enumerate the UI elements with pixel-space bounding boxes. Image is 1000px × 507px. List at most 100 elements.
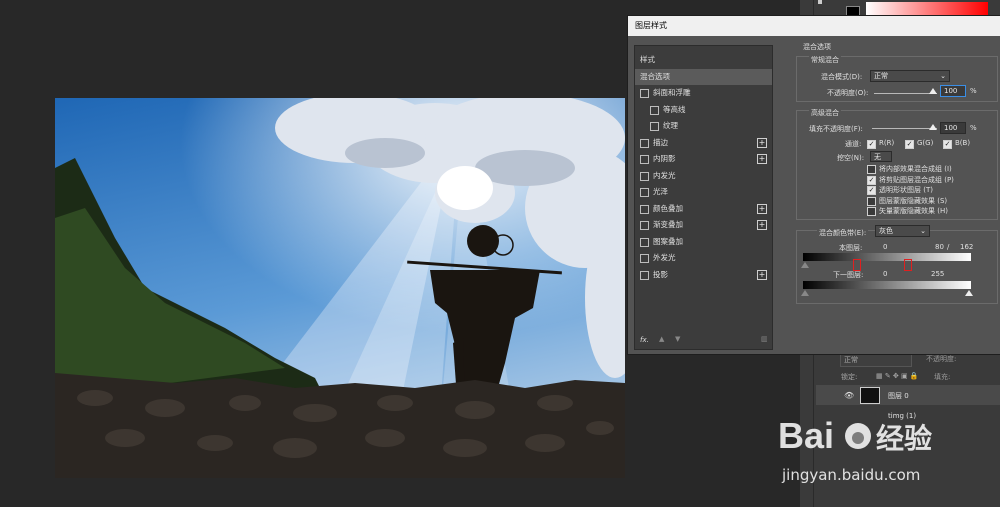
- add-style-icon[interactable]: +: [757, 137, 767, 148]
- watermark-brand-cn: 经验: [876, 422, 932, 455]
- style-checkbox[interactable]: [640, 254, 649, 263]
- style-list-item[interactable]: 投影 +: [635, 267, 772, 283]
- this-layer-black-thumb[interactable]: [801, 262, 809, 268]
- add-style-icon[interactable]: +: [757, 269, 767, 280]
- advanced-option-checkbox[interactable]: [867, 207, 876, 216]
- baidu-watermark: Bai 经验 jingyan.baidu.com: [778, 412, 978, 491]
- blend-if-select[interactable]: 灰色 ⌄: [875, 225, 930, 237]
- underlying-black-thumb[interactable]: [801, 290, 809, 296]
- advanced-blending-group: 高级混合 填充不透明度(F): 100 % 通道: ✓ R(R) ✓ G(G) …: [796, 108, 998, 220]
- fill-opacity-slider[interactable]: [872, 128, 937, 129]
- fill-opacity-input[interactable]: 100: [940, 122, 966, 134]
- style-checkbox[interactable]: [640, 237, 649, 247]
- style-checkbox[interactable]: [650, 105, 659, 115]
- channel-r-checkbox[interactable]: ✓: [867, 140, 876, 149]
- add-style-icon[interactable]: +: [757, 203, 767, 214]
- chevron-down-icon: ⌄: [940, 72, 946, 80]
- style-checkbox[interactable]: [640, 221, 649, 230]
- move-down-icon[interactable]: ▼: [675, 335, 680, 343]
- fill-opacity-slider-thumb[interactable]: [929, 124, 937, 130]
- this-layer-gradient: [803, 253, 971, 261]
- style-list-item[interactable]: 内发光: [635, 168, 772, 184]
- fx-icon[interactable]: fx.: [640, 336, 649, 344]
- style-list-item[interactable]: 斜面和浮雕: [635, 85, 772, 101]
- advanced-option-label: 将内部效果混合成组 (I): [879, 165, 952, 173]
- advanced-option-checkbox[interactable]: [867, 196, 876, 206]
- blend-options-heading: 混合选项: [803, 43, 831, 51]
- general-blending-group: 常规混合 混合模式(D): 正常 ⌄ 不透明度(O): 100 %: [796, 55, 998, 102]
- style-list-label: 斜面和浮雕: [653, 88, 691, 97]
- underlying-black-value: 0: [883, 270, 888, 278]
- style-list-item[interactable]: 样式: [635, 52, 772, 68]
- layer-row-selected[interactable]: 👁 图层 0: [816, 385, 1000, 405]
- style-checkbox[interactable]: [640, 155, 649, 164]
- style-list-item[interactable]: 颜色叠加 +: [635, 201, 772, 217]
- advanced-blending-heading: 高级混合: [809, 108, 841, 118]
- opacity-slider[interactable]: [874, 93, 937, 94]
- style-list-item[interactable]: 描边 +: [635, 135, 772, 151]
- style-list: 样式混合选项斜面和浮雕等高线纹理描边 + 内阴影 + 内发光光泽颜色叠加 + 渐变叠加 + 图案…: [634, 45, 773, 350]
- underlying-white-thumb[interactable]: [965, 290, 973, 296]
- style-list-item[interactable]: 光泽: [635, 184, 772, 200]
- style-checkbox[interactable]: [640, 270, 649, 280]
- advanced-option-label: 透明形状图层 (T): [879, 186, 933, 194]
- trash-icon[interactable]: ▥: [761, 335, 768, 343]
- watermark-brand: Bai: [778, 415, 834, 456]
- opacity-slider-thumb[interactable]: [929, 88, 937, 94]
- blend-mode-select[interactable]: 正常 ⌄: [870, 70, 950, 82]
- style-list-label: 纹理: [663, 121, 678, 130]
- style-list-label: 描边: [653, 137, 668, 147]
- style-checkbox[interactable]: [640, 204, 649, 214]
- add-style-icon[interactable]: +: [757, 154, 767, 164]
- this-layer-white-split-low: 80: [935, 243, 944, 251]
- style-list-item[interactable]: 等高线: [635, 102, 772, 118]
- blend-mode-value: 正常: [874, 72, 888, 80]
- opacity-label: 不透明度(O):: [827, 89, 869, 97]
- this-layer-label: 本图层:: [839, 244, 863, 252]
- canvas-photo: [55, 98, 625, 478]
- dialog-titlebar[interactable]: 图层样式: [628, 16, 1000, 36]
- style-list-label: 混合选项: [640, 71, 670, 81]
- advanced-option-checkbox[interactable]: ✓: [867, 186, 876, 195]
- style-list-item[interactable]: 外发光: [635, 250, 772, 266]
- style-list-label: 内阴影: [653, 154, 676, 163]
- this-layer-split-high-highlight[interactable]: [904, 259, 912, 271]
- advanced-option-checkbox[interactable]: ✓: [867, 175, 876, 185]
- color-ramp[interactable]: [866, 2, 988, 16]
- style-checkbox[interactable]: [650, 122, 659, 131]
- knockout-select[interactable]: 无: [870, 151, 892, 162]
- eye-icon[interactable]: 👁: [844, 391, 854, 400]
- layer-style-dialog: 图层样式 样式 混合选项 斜面和浮雕 等高线 纹理 描边 + 内阴影 + 内发光 光泽 颜色叠加 + 渐变…: [627, 15, 1000, 355]
- style-list-label: 投影: [653, 269, 668, 279]
- advanced-option-label: 矢量蒙版隐藏效果 (H): [879, 207, 948, 215]
- layer-name: 图层 0: [888, 392, 909, 400]
- style-list-item[interactable]: 图案叠加: [635, 234, 772, 250]
- knockout-label: 挖空(N):: [837, 154, 865, 162]
- channels-label: 通道:: [845, 140, 862, 148]
- layer-blend-mode-select[interactable]: 正常: [840, 354, 912, 367]
- style-list-item[interactable]: 内阴影 +: [635, 151, 772, 167]
- style-checkbox[interactable]: [640, 89, 649, 98]
- style-list-item[interactable]: 渐变叠加 +: [635, 217, 772, 233]
- style-checkbox[interactable]: [640, 171, 649, 181]
- fill-opacity-label: 填充不透明度(F):: [809, 125, 863, 133]
- advanced-option-checkbox[interactable]: [867, 165, 876, 174]
- layer-blend-mode-value: 正常: [844, 356, 858, 364]
- style-list-item[interactable]: 纹理: [635, 118, 772, 134]
- channel-g-checkbox[interactable]: ✓: [905, 140, 914, 149]
- style-list-item[interactable]: 混合选项: [635, 68, 772, 85]
- move-up-icon[interactable]: ▲: [659, 335, 664, 343]
- style-list-label: 外发光: [653, 253, 676, 262]
- lock-icons[interactable]: ▦ ✎ ✥ ▣ 🔒: [876, 372, 919, 380]
- channel-b-checkbox[interactable]: ✓: [943, 140, 952, 149]
- channel-b-label: B(B): [955, 139, 971, 147]
- knockout-value: 无: [874, 153, 881, 161]
- style-checkbox[interactable]: [640, 138, 649, 148]
- layer-thumbnail: [860, 387, 880, 404]
- style-list-label: 图案叠加: [653, 236, 683, 246]
- style-checkbox[interactable]: [640, 188, 649, 197]
- style-list-label: 光泽: [653, 187, 668, 196]
- opacity-input[interactable]: 100: [940, 85, 966, 97]
- add-style-icon[interactable]: +: [757, 220, 767, 230]
- style-list-label: 等高线: [663, 104, 686, 114]
